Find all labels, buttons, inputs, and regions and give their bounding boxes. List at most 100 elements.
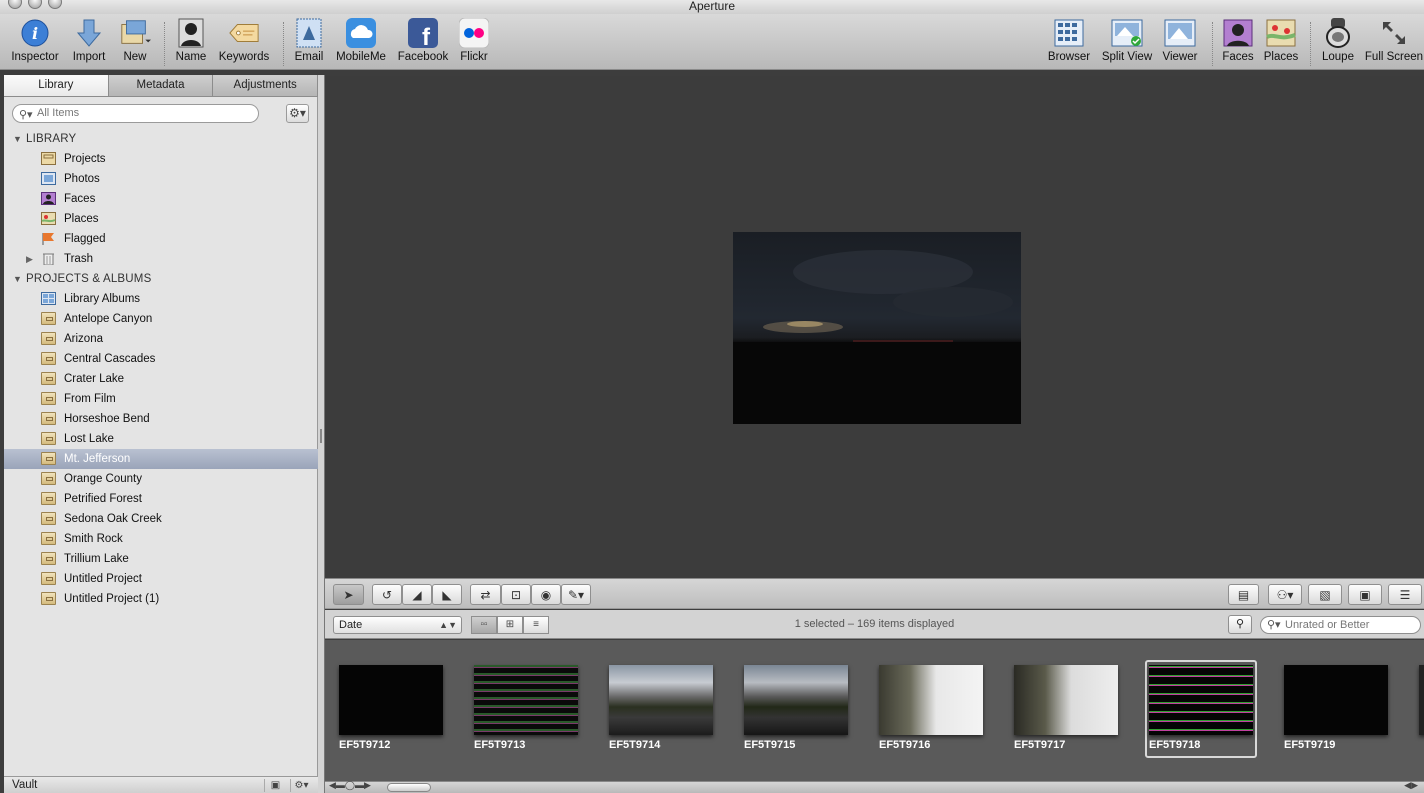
rating-filter-field[interactable]: ⚲▾ Unrated or Better [1260,616,1421,634]
facebook-button[interactable]: f Facebook [396,17,450,63]
sidebar-item-project[interactable]: Orange County [4,469,318,489]
faces-button[interactable]: Faces [1220,17,1256,63]
lift-tool-button[interactable]: ◢ [402,584,432,605]
mobileme-cloud-icon [346,18,376,48]
import-button[interactable]: Import [69,17,109,63]
library-search-input[interactable]: ⚲▾ All Items [12,104,259,123]
thumbnail[interactable] [339,665,443,735]
sidebar-item-project[interactable]: Crater Lake [4,369,318,389]
selection-tool-button[interactable]: ➤ [333,584,364,605]
thumbnail[interactable] [1284,665,1388,735]
disclosure-triangle-icon[interactable]: ▶ [26,249,33,269]
sidebar-item-project-selected[interactable]: Mt. Jefferson [4,449,318,469]
toolbar-separator [1212,22,1213,66]
thumbnail[interactable] [744,665,848,735]
loupe-button[interactable]: Loupe [1318,17,1358,63]
library-action-button[interactable]: ⚙▾ [286,104,309,123]
split-view-button[interactable]: Split View [1099,17,1155,63]
thumbnail[interactable] [879,665,983,735]
svg-text:f: f [422,24,431,48]
stamp-tool-button[interactable]: ◣ [432,584,462,605]
filmstrip-scrollbar[interactable]: ◀▬◯▬▶ ◀▶ [325,780,1424,793]
thumbnail-size-slider[interactable]: ◀▬◯▬▶ [329,780,371,791]
scroll-arrows-icon[interactable]: ◀▶ [1404,780,1418,791]
sidebar-item-photos[interactable]: Photos [4,169,318,189]
close-window-button[interactable] [8,0,22,9]
filmstrip-toggle-button[interactable]: ▤ [1228,584,1259,605]
sidebar-item-faces[interactable]: Faces [4,189,318,209]
crop-tool-button[interactable]: ⊡ [501,584,531,605]
main-toolbar: i Inspector Import New Name Keywords Ema… [0,14,1424,70]
sidebar-item-project[interactable]: Horseshoe Bend [4,409,318,429]
sidebar-splitter[interactable] [318,75,325,793]
new-button[interactable]: New [115,17,155,63]
primary-only-button[interactable]: ▣ [1348,584,1382,605]
straighten-icon: ⇄ [480,587,491,602]
brush-tool-button[interactable]: ✎▾ [561,584,591,605]
thumbnail[interactable] [1419,665,1424,735]
image-viewer[interactable] [325,76,1424,578]
project-icon [41,572,56,585]
sidebar-item-project[interactable]: Smith Rock [4,529,318,549]
sidebar-item-project[interactable]: Untitled Project (1) [4,589,318,609]
selected-photo[interactable] [733,232,1021,424]
library-section-header[interactable]: ▼ LIBRARY [4,129,318,149]
thumbnail-label: EF5T9717 [1014,739,1066,751]
thumbnail[interactable] [609,665,713,735]
tab-adjustments[interactable]: Adjustments [213,75,319,96]
project-icon [41,532,56,545]
thumbnail-selected[interactable] [1149,665,1253,735]
red-eye-tool-button[interactable]: ◉ [531,584,561,605]
sidebar-item-flagged[interactable]: Flagged [4,229,318,249]
straighten-tool-button[interactable]: ⇄ [470,584,501,605]
filter-hud-button[interactable]: ⚲ [1228,615,1252,634]
minimize-window-button[interactable] [28,0,42,9]
flickr-button[interactable]: Flickr [457,17,491,63]
sidebar-item-project[interactable]: Sedona Oak Creek [4,509,318,529]
vault-action-button[interactable]: ⚙▾ [290,779,312,792]
project-icon [41,592,56,605]
name-button[interactable]: Name [172,17,210,63]
places-map-icon [1266,19,1296,47]
thumbnail-label: EF5T9712 [339,739,391,751]
sidebar-item-project[interactable]: From Film [4,389,318,409]
sidebar-item-trash[interactable]: ▶ Trash [4,249,318,269]
rotate-left-button[interactable]: ↺ [372,584,402,605]
zoom-window-button[interactable] [48,0,62,9]
viewer-button[interactable]: Viewer [1160,17,1200,63]
sidebar-item-project[interactable]: Central Cascades [4,349,318,369]
disclosure-triangle-icon[interactable]: ▼ [13,129,22,149]
sidebar-item-project[interactable]: Untitled Project [4,569,318,589]
sidebar-item-project[interactable]: Arizona [4,329,318,349]
disclosure-triangle-icon[interactable]: ▼ [13,269,22,289]
projects-albums-section-header[interactable]: ▼ PROJECTS & ALBUMS [4,269,318,289]
sidebar-item-project[interactable]: Lost Lake [4,429,318,449]
metadata-overlay-button[interactable]: ☰ [1388,584,1422,605]
keywords-button[interactable]: Keywords [216,17,272,63]
inspector-button[interactable]: i Inspector [9,17,61,63]
thumbnail[interactable] [1014,665,1118,735]
splitter-grip-icon[interactable] [320,429,322,443]
sidebar-item-library-albums[interactable]: Library Albums [4,289,318,309]
sidebar-item-project[interactable]: Trillium Lake [4,549,318,569]
sidebar-item-project[interactable]: Petrified Forest [4,489,318,509]
tools-strip: ➤ ↺ ◢ ◣ ⇄ ⊡ ◉ ✎▾ ▤ ⚇▾ ▧ ▣ ☰ [325,578,1424,609]
vault-update-button[interactable]: ▣ [264,779,286,792]
tab-library[interactable]: Library [4,75,109,96]
stack-button[interactable]: ▧ [1308,584,1342,605]
scroll-thumb[interactable] [387,783,431,792]
overlay-toggle-button[interactable]: ⚇▾ [1268,584,1302,605]
tab-metadata[interactable]: Metadata [109,75,214,96]
sidebar-item-project[interactable]: Antelope Canyon [4,309,318,329]
library-sidebar: Library Metadata Adjustments ⚲▾ All Item… [4,75,319,793]
sidebar-item-projects[interactable]: Projects [4,149,318,169]
browser-view-button[interactable]: Browser [1046,17,1092,63]
sidebar-item-places[interactable]: Places [4,209,318,229]
filmstrip[interactable]: EF5T9712 EF5T9713 EF5T9714 EF5T9715 EF5T… [325,640,1424,781]
thumbnail[interactable] [474,665,578,735]
project-icon [41,392,56,405]
mobileme-button[interactable]: MobileMe [334,17,388,63]
full-screen-button[interactable]: Full Screen [1364,17,1424,63]
email-button[interactable]: Email [292,17,326,63]
places-button[interactable]: Places [1262,17,1300,63]
